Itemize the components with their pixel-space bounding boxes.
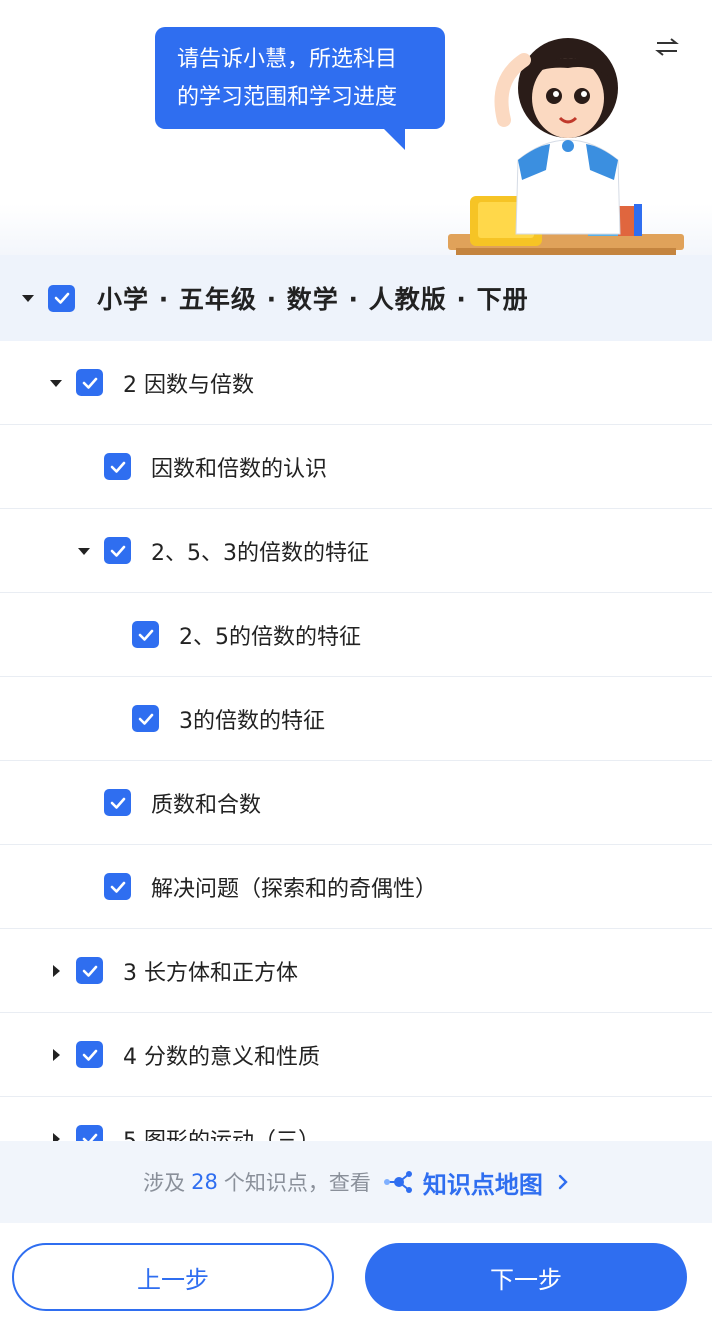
knowledge-summary: 涉及 28 个知识点，查看 知识点地图 — [0, 1141, 712, 1223]
prev-step-button[interactable]: 上一步 — [12, 1243, 334, 1311]
bubble-line-2: 的学习范围和学习进度 — [177, 85, 398, 110]
check-icon — [138, 713, 153, 725]
caret-down-icon[interactable] — [78, 545, 90, 557]
tree-row[interactable]: 4 分数的意义和性质 — [0, 1013, 712, 1097]
course-checkbox[interactable] — [48, 284, 75, 312]
caret-down-icon[interactable] — [22, 292, 34, 304]
tree-checkbox[interactable] — [104, 537, 131, 564]
tree-item-label: 2、5、3的倍数的特征 — [151, 540, 369, 566]
tree-item-label: 4 分数的意义和性质 — [123, 1044, 320, 1070]
caret-right-icon[interactable] — [50, 1048, 62, 1061]
tree-row[interactable]: 2、5的倍数的特征 — [0, 593, 712, 677]
tree-row[interactable]: 5 图形的运动（三） — [0, 1097, 712, 1141]
check-icon — [110, 461, 125, 473]
chevron-right-icon[interactable] — [557, 1174, 569, 1190]
speech-bubble: 请告诉小慧，所选科目 的学习范围和学习进度 — [155, 27, 445, 129]
tree-item-label: 2、5的倍数的特征 — [179, 624, 361, 650]
tree-item-label: 解决问题（探索和的奇偶性） — [151, 876, 438, 902]
bubble-line-1: 请告诉小慧，所选科目 — [177, 47, 398, 72]
tree-row[interactable]: 2 因数与倍数 — [0, 341, 712, 425]
tree-checkbox[interactable] — [76, 369, 103, 396]
tree-row[interactable]: 质数和合数 — [0, 761, 712, 845]
check-icon — [110, 545, 125, 557]
caret-right-icon[interactable] — [50, 964, 62, 977]
tree-checkbox[interactable] — [104, 873, 131, 900]
tree-checkbox[interactable] — [132, 621, 159, 648]
tree-row[interactable]: 3 长方体和正方体 — [0, 929, 712, 1013]
tree-checkbox[interactable] — [132, 705, 159, 732]
course-title: 小学 · 五年级 · 数学 · 人教版 · 下册 — [97, 285, 529, 314]
course-row[interactable]: 小学 · 五年级 · 数学 · 人教版 · 下册 — [0, 255, 712, 341]
knowledge-map-link[interactable]: 知识点地图 — [423, 1165, 543, 1200]
header-area: 请告诉小慧，所选科目 的学习范围和学习进度 — [0, 0, 712, 256]
tree-item-label: 3 长方体和正方体 — [123, 960, 298, 986]
check-icon — [82, 1049, 97, 1061]
tree-row[interactable]: 3的倍数的特征 — [0, 677, 712, 761]
speech-bubble-tail — [383, 128, 405, 150]
swap-icon[interactable] — [654, 36, 680, 58]
caret-right-icon[interactable] — [50, 1132, 62, 1141]
summary-suffix: 个知识点，查看 — [223, 1171, 371, 1195]
tree-checkbox[interactable] — [104, 453, 131, 480]
check-icon — [54, 292, 69, 304]
tree-item-label: 2 因数与倍数 — [123, 372, 254, 398]
check-icon — [110, 881, 125, 893]
tree-checkbox[interactable] — [76, 1125, 103, 1141]
knowledge-count: 28 — [191, 1170, 218, 1194]
check-icon — [138, 629, 153, 641]
tree-row[interactable]: 因数和倍数的认识 — [0, 425, 712, 509]
tree-checkbox[interactable] — [104, 789, 131, 816]
tree-checkbox[interactable] — [76, 957, 103, 984]
tree-item-label: 因数和倍数的认识 — [151, 456, 328, 482]
check-icon — [82, 377, 97, 389]
check-icon — [82, 965, 97, 977]
check-icon — [110, 797, 125, 809]
summary-prefix: 涉及 — [143, 1171, 186, 1195]
knowledge-graph-icon[interactable] — [383, 1170, 415, 1194]
tree-item-label: 质数和合数 — [151, 792, 262, 818]
chapter-tree: 2 因数与倍数因数和倍数的认识 2、5、3的倍数的特征 2、5的倍数的特征 3的倍数的… — [0, 341, 712, 1141]
tree-row[interactable]: 2、5、3的倍数的特征 — [0, 509, 712, 593]
caret-down-icon[interactable] — [50, 377, 62, 389]
tree-item-label: 3的倍数的特征 — [179, 708, 325, 734]
check-icon — [82, 1133, 97, 1141]
tree-row[interactable]: 解决问题（探索和的奇偶性） — [0, 845, 712, 929]
tree-item-label: 5 图形的运动（三） — [123, 1128, 320, 1142]
next-step-button[interactable]: 下一步 — [365, 1243, 687, 1311]
mascot-illustration — [448, 38, 684, 256]
tree-checkbox[interactable] — [76, 1041, 103, 1068]
